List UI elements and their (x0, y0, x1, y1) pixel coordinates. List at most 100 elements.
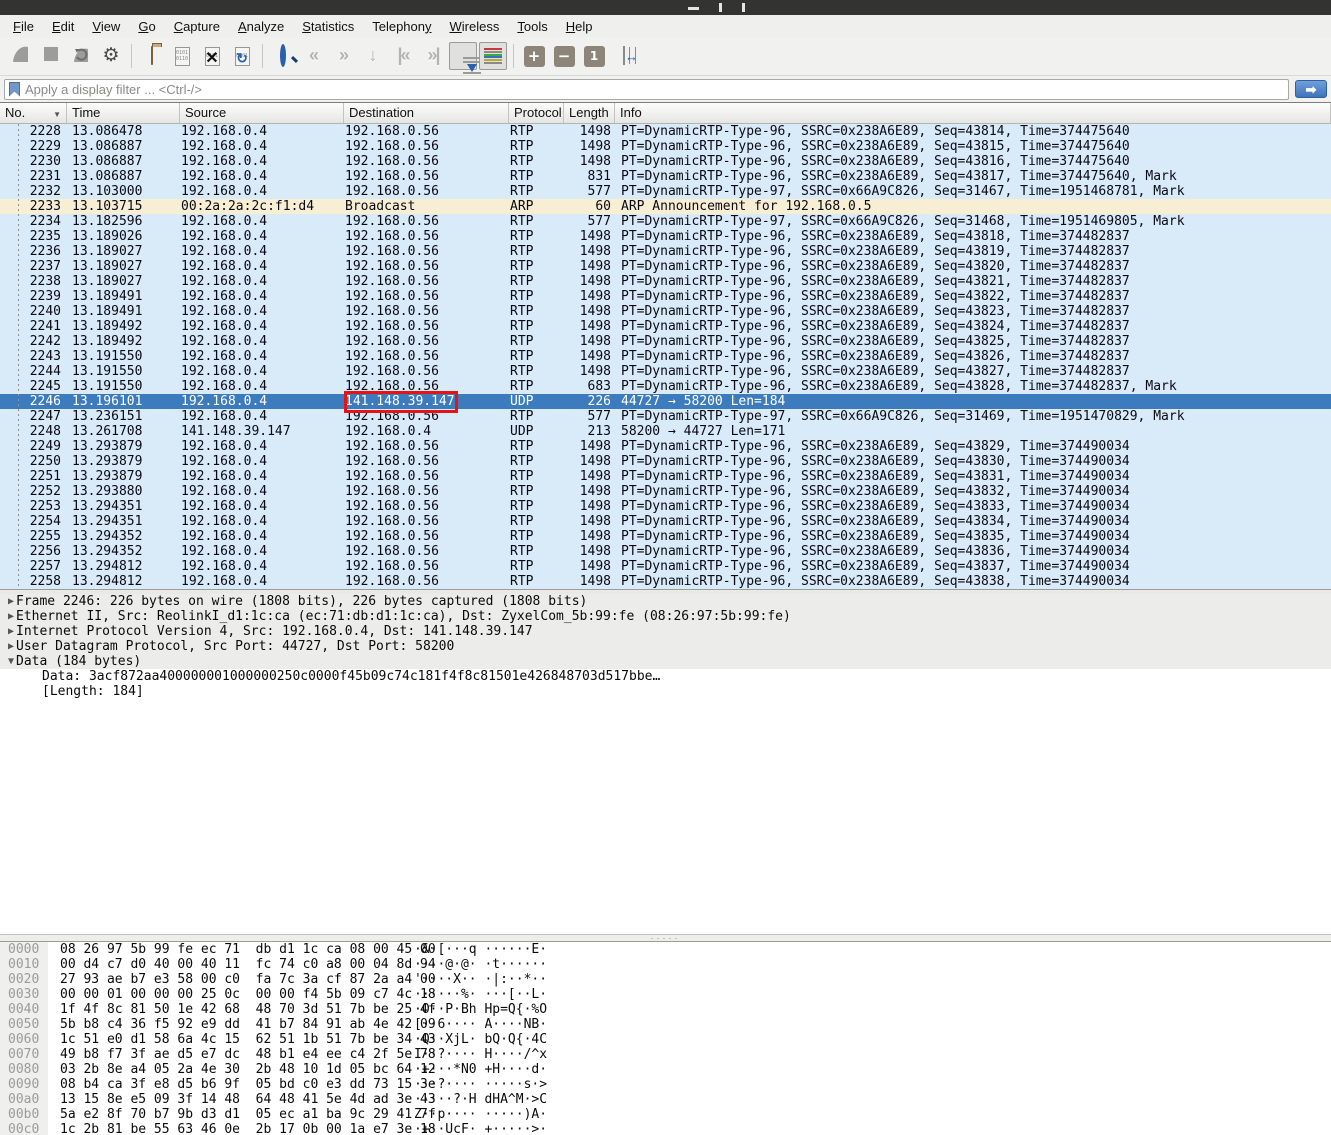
packet-row[interactable]: 225613.294352192.168.0.4192.168.0.56RTP1… (0, 544, 1331, 559)
cell-length: 831 (564, 169, 615, 184)
menu-tools[interactable]: Tools (508, 17, 556, 36)
detail-tree-row[interactable]: Data: 3acf872aa400000001000000250c0000f4… (0, 669, 1331, 684)
packet-row[interactable]: 224913.293879192.168.0.4192.168.0.56RTP1… (0, 439, 1331, 454)
packet-row[interactable]: 225313.294351192.168.0.4192.168.0.56RTP1… (0, 499, 1331, 514)
apply-filter-button[interactable]: ➡ (1295, 80, 1327, 98)
close-file-button[interactable]: 0101✕ (198, 42, 226, 70)
detail-tree-row[interactable]: ▼Data (184 bytes) (0, 654, 1331, 669)
tree-collapsed-icon[interactable]: ▶ (0, 639, 16, 654)
packet-row[interactable]: 225413.294351192.168.0.4192.168.0.56RTP1… (0, 514, 1331, 529)
go-forward-button[interactable]: » (329, 42, 357, 70)
start-capture-button[interactable] (7, 42, 35, 70)
packet-row[interactable]: 223613.189027192.168.0.4192.168.0.56RTP1… (0, 244, 1331, 259)
colorize-button[interactable] (479, 42, 507, 70)
column-header-time[interactable]: Time (67, 103, 180, 123)
hex-row[interactable]: 003000 00 01 00 00 00 25 0c 00 00 f4 5b … (0, 987, 1331, 1002)
packet-row[interactable]: 223413.182596192.168.0.4192.168.0.56RTP5… (0, 214, 1331, 229)
tree-collapsed-icon[interactable]: ▶ (0, 594, 16, 609)
hex-row[interactable]: 002027 93 ae b7 e3 58 00 c0 fa 7c 3a cf … (0, 972, 1331, 987)
resize-columns-button[interactable]: ↔ (610, 42, 638, 70)
packet-row[interactable]: 223813.189027192.168.0.4192.168.0.56RTP1… (0, 274, 1331, 289)
column-header-length[interactable]: Length (564, 103, 615, 123)
hex-row[interactable]: 007049 b8 f7 3f ae d5 e7 dc 48 b1 e4 ee … (0, 1047, 1331, 1062)
open-file-button[interactable] (138, 42, 166, 70)
detail-tree-row[interactable]: ▶Internet Protocol Version 4, Src: 192.1… (0, 624, 1331, 639)
zoom-in-button[interactable]: + (520, 42, 548, 70)
restart-capture-button[interactable] (67, 42, 95, 70)
packet-row[interactable]: 223013.086887192.168.0.4192.168.0.56RTP1… (0, 154, 1331, 169)
hex-row[interactable]: 00401f 4f 8c 81 50 1e 42 68 48 70 3d 51 … (0, 1002, 1331, 1017)
packet-row[interactable]: 223313.10371500:2a:2a:2c:f1:d4BroadcastA… (0, 199, 1331, 214)
packet-row[interactable]: 225813.294812192.168.0.4192.168.0.56RTP1… (0, 574, 1331, 589)
find-packet-button[interactable] (269, 42, 297, 70)
menu-edit[interactable]: Edit (43, 17, 83, 36)
menu-capture[interactable]: Capture (165, 17, 229, 36)
packet-row[interactable]: 222813.086478192.168.0.4192.168.0.56RTP1… (0, 124, 1331, 139)
display-filter-input[interactable] (25, 82, 1284, 97)
packet-row-selected[interactable]: 224613.196101192.168.0.4141.148.39.147UD… (0, 394, 1331, 409)
hex-row[interactable]: 00505b b8 c4 36 f5 92 e9 dd 41 b7 84 91 … (0, 1017, 1331, 1032)
column-header-destination[interactable]: Destination (344, 103, 509, 123)
reload-file-button[interactable]: 0101↻ (228, 42, 256, 70)
zoom-out-button[interactable]: − (550, 42, 578, 70)
packet-row[interactable]: 225713.294812192.168.0.4192.168.0.56RTP1… (0, 559, 1331, 574)
packet-row[interactable]: 225213.293880192.168.0.4192.168.0.56RTP1… (0, 484, 1331, 499)
packet-row[interactable]: 223213.103000192.168.0.4192.168.0.56RTP5… (0, 184, 1331, 199)
menu-file[interactable]: File (4, 17, 43, 36)
detail-tree-row[interactable]: ▶Frame 2246: 226 bytes on wire (1808 bit… (0, 594, 1331, 609)
packet-row[interactable]: 223513.189026192.168.0.4192.168.0.56RTP1… (0, 229, 1331, 244)
normal-size-button[interactable]: 1 (580, 42, 608, 70)
hex-row[interactable]: 00b05a e2 8f 70 b7 9b d3 d1 05 ec a1 ba … (0, 1107, 1331, 1122)
menu-statistics[interactable]: Statistics (293, 17, 363, 36)
column-header-protocol[interactable]: Protocol (509, 103, 564, 123)
detail-tree-row[interactable]: [Length: 184] (0, 684, 1331, 699)
hex-row[interactable]: 00a013 15 8e e5 09 3f 14 48 64 48 41 5e … (0, 1092, 1331, 1107)
hex-row[interactable]: 000008 26 97 5b 99 fe ec 71 db d1 1c ca … (0, 942, 1331, 957)
packet-row[interactable]: 225513.294352192.168.0.4192.168.0.56RTP1… (0, 529, 1331, 544)
packet-row[interactable]: 225113.293879192.168.0.4192.168.0.56RTP1… (0, 469, 1331, 484)
go-back-button[interactable]: « (299, 42, 327, 70)
packet-row[interactable]: 224713.236151192.168.0.4192.168.0.56RTP5… (0, 409, 1331, 424)
tree-collapsed-icon[interactable]: ▶ (0, 624, 16, 639)
menu-wireless[interactable]: Wireless (441, 17, 509, 36)
packet-row[interactable]: 223713.189027192.168.0.4192.168.0.56RTP1… (0, 259, 1331, 274)
column-header-info[interactable]: Info (615, 103, 1331, 123)
column-header-no[interactable]: No. ▼ (0, 103, 67, 123)
go-to-packet-button[interactable]: ↓ (359, 42, 387, 70)
detail-tree-row[interactable]: ▶Ethernet II, Src: ReolinkI_d1:1c:ca (ec… (0, 609, 1331, 624)
pane-splitter-handle[interactable]: ····· (0, 934, 1331, 942)
packet-row[interactable]: 224013.189491192.168.0.4192.168.0.56RTP1… (0, 304, 1331, 319)
last-packet-button[interactable]: »| (419, 42, 447, 70)
display-filter-input-wrap[interactable] (4, 79, 1289, 100)
packet-row[interactable]: 224813.261708141.148.39.147192.168.0.4UD… (0, 424, 1331, 439)
tree-collapsed-icon[interactable]: ▶ (0, 609, 16, 624)
packet-row[interactable]: 222913.086887192.168.0.4192.168.0.56RTP1… (0, 139, 1331, 154)
packet-row[interactable]: 224113.189492192.168.0.4192.168.0.56RTP1… (0, 319, 1331, 334)
hex-row[interactable]: 001000 d4 c7 d0 40 00 40 11 fc 74 c0 a8 … (0, 957, 1331, 972)
capture-options-button[interactable]: ⚙ (97, 42, 125, 70)
detail-tree-row[interactable]: ▶User Datagram Protocol, Src Port: 44727… (0, 639, 1331, 654)
menu-go[interactable]: Go (129, 17, 164, 36)
menu-view[interactable]: View (83, 17, 129, 36)
packet-row[interactable]: 224213.189492192.168.0.4192.168.0.56RTP1… (0, 334, 1331, 349)
tree-expanded-icon[interactable]: ▼ (0, 654, 16, 669)
save-file-button[interactable]: 01010110 (168, 42, 196, 70)
menu-help[interactable]: Help (557, 17, 602, 36)
stop-capture-button[interactable] (37, 42, 65, 70)
auto-scroll-button[interactable] (449, 42, 477, 70)
packet-row[interactable]: 225013.293879192.168.0.4192.168.0.56RTP1… (0, 454, 1331, 469)
packet-row[interactable]: 224513.191550192.168.0.4192.168.0.56RTP6… (0, 379, 1331, 394)
packet-row[interactable]: 223913.189491192.168.0.4192.168.0.56RTP1… (0, 289, 1331, 304)
menu-telephony[interactable]: Telephony (363, 17, 440, 36)
hex-row[interactable]: 00601c 51 e0 d1 58 6a 4c 15 62 51 1b 51 … (0, 1032, 1331, 1047)
packet-row[interactable]: 223113.086887192.168.0.4192.168.0.56RTP8… (0, 169, 1331, 184)
filter-bookmark-icon[interactable] (9, 82, 20, 97)
packet-row[interactable]: 224413.191550192.168.0.4192.168.0.56RTP1… (0, 364, 1331, 379)
hex-row[interactable]: 008003 2b 8e a4 05 2a 4e 30 2b 48 10 1d … (0, 1062, 1331, 1077)
hex-row[interactable]: 009008 b4 ca 3f e8 d5 b6 9f 05 bd c0 e3 … (0, 1077, 1331, 1092)
hex-row[interactable]: 00c01c 2b 81 be 55 63 46 0e 2b 17 0b 00 … (0, 1122, 1331, 1135)
column-header-source[interactable]: Source (180, 103, 344, 123)
first-packet-button[interactable]: |« (389, 42, 417, 70)
packet-row[interactable]: 224313.191550192.168.0.4192.168.0.56RTP1… (0, 349, 1331, 364)
menu-analyze[interactable]: Analyze (229, 17, 293, 36)
